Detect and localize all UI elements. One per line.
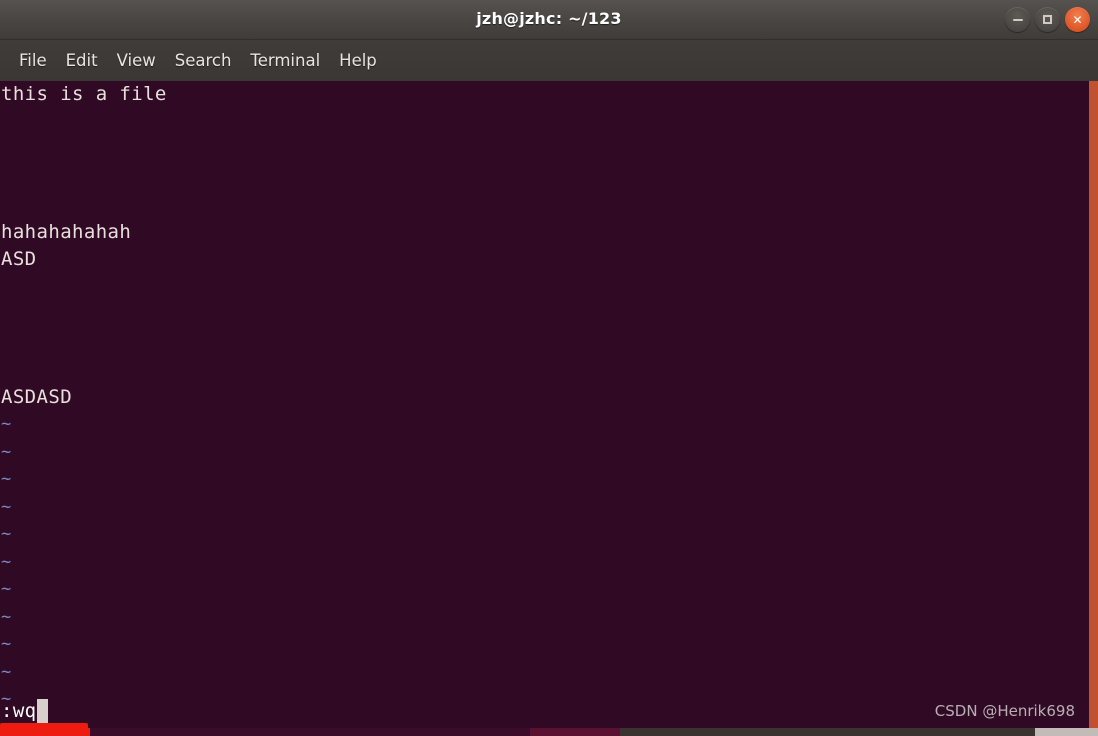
bottom-strip-segment	[1035, 728, 1098, 736]
menu-item-search[interactable]: Search	[166, 48, 241, 73]
menu-item-help[interactable]: Help	[330, 48, 386, 73]
bottom-strip-segment	[620, 728, 1035, 736]
buffer-line	[0, 274, 1089, 302]
minimize-icon	[1005, 7, 1030, 32]
text-cursor	[36, 699, 49, 723]
empty-line-marker: ~	[1, 579, 12, 599]
window-title: jzh@jzhc: ~/123	[476, 9, 622, 28]
menu-item-edit[interactable]: Edit	[57, 48, 107, 73]
buffer-line	[0, 301, 1089, 329]
empty-line-marker: ~	[1, 606, 12, 627]
bottom-strip-segment	[90, 728, 530, 736]
menu-item-terminal[interactable]: Terminal	[241, 48, 329, 73]
buffer-line	[0, 164, 1089, 192]
bottom-strip	[0, 728, 1098, 736]
empty-line-marker: ~	[1, 469, 12, 489]
bottom-strip-segment	[0, 728, 90, 736]
empty-line-marker: ~	[1, 634, 12, 654]
terminal-window: jzh@jzhc: ~/123 ✕ File Edit View Search …	[0, 0, 1098, 736]
menubar: File Edit View Search Terminal Help	[0, 40, 1098, 81]
minimize-button[interactable]	[1005, 7, 1030, 32]
window-right-border	[1089, 81, 1098, 728]
buffer-line: ASD	[1, 248, 37, 270]
buffer-line	[0, 136, 1089, 164]
window-titlebar[interactable]: jzh@jzhc: ~/123 ✕	[0, 0, 1098, 40]
terminal-viewport[interactable]: this is a file hahahahahah ASD ASDASD ~ …	[0, 81, 1098, 728]
empty-line-marker: ~	[1, 661, 12, 682]
buffer-line	[0, 109, 1089, 137]
buffer-line	[0, 329, 1089, 357]
vim-buffer[interactable]: this is a file hahahahahah ASD ASDASD ~ …	[0, 81, 1089, 728]
bottom-strip-segment	[530, 728, 620, 736]
buffer-line: this is a file	[1, 83, 167, 105]
menu-item-view[interactable]: View	[108, 48, 165, 73]
empty-line-marker: ~	[1, 551, 12, 572]
buffer-line: ASDASD	[1, 385, 73, 408]
window-controls: ✕	[1005, 7, 1090, 32]
buffer-line: hahahahahah	[1, 220, 132, 243]
empty-line-marker: ~	[1, 441, 12, 462]
menu-item-file[interactable]: File	[10, 48, 56, 73]
maximize-button[interactable]	[1035, 7, 1060, 32]
empty-line-marker: ~	[1, 524, 12, 544]
buffer-line	[0, 191, 1089, 219]
watermark-text: CSDN @Henrik698	[934, 702, 1075, 720]
close-icon: ✕	[1072, 12, 1083, 27]
vim-command-line[interactable]: :wq	[1, 699, 49, 723]
buffer-line	[0, 356, 1089, 384]
maximize-icon	[1035, 7, 1060, 32]
vim-status-line: :wq	[0, 699, 1089, 728]
empty-line-marker: ~	[1, 496, 12, 517]
close-button[interactable]: ✕	[1065, 7, 1090, 32]
vim-command-text: :wq	[1, 700, 37, 722]
empty-line-marker: ~	[1, 414, 12, 434]
